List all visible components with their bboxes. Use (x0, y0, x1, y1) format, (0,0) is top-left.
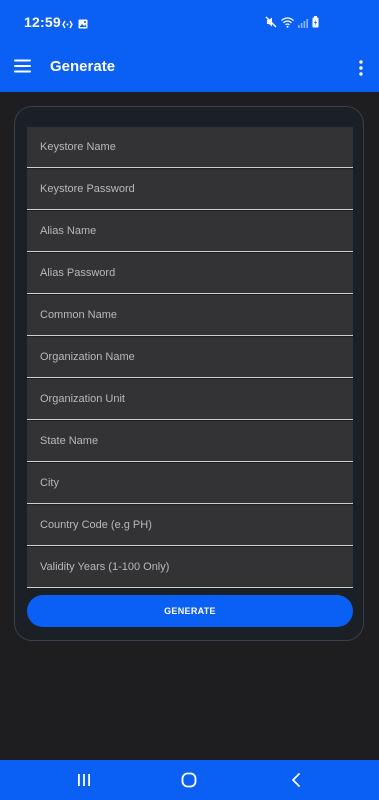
field-alias-name (27, 211, 353, 252)
field-keystore-name (27, 127, 353, 168)
alias-name-input[interactable] (27, 211, 353, 251)
state-name-input[interactable] (27, 421, 353, 461)
country-code-input[interactable] (27, 505, 353, 545)
mute-icon (265, 15, 277, 33)
image-icon (78, 16, 88, 34)
link-icon (62, 16, 73, 34)
status-bar: 12:59 (0, 0, 379, 44)
recents-icon[interactable] (77, 773, 91, 787)
status-right-icons (265, 15, 319, 33)
app-bar: Generate (0, 44, 379, 92)
battery-icon (312, 15, 319, 33)
more-vertical-icon[interactable] (355, 57, 367, 79)
organization-name-input[interactable] (27, 337, 353, 377)
status-left-icons (62, 16, 88, 34)
organization-unit-input[interactable] (27, 379, 353, 419)
field-keystore-password (27, 169, 353, 210)
alias-password-input[interactable] (27, 253, 353, 293)
field-validity-years (27, 547, 353, 588)
status-time: 12:59 (24, 14, 61, 30)
field-state-name (27, 421, 353, 462)
wifi-icon (281, 15, 294, 33)
keystore-password-input[interactable] (27, 169, 353, 209)
field-city (27, 463, 353, 504)
field-common-name (27, 295, 353, 336)
validity-years-input[interactable] (27, 547, 353, 587)
home-icon[interactable] (181, 772, 197, 788)
back-icon[interactable] (290, 773, 302, 787)
hamburger-menu-icon[interactable] (14, 58, 32, 74)
field-country-code (27, 505, 353, 546)
signal-icon (298, 15, 308, 33)
field-organization-unit (27, 379, 353, 420)
navigation-bar (0, 760, 379, 800)
page-title: Generate (50, 58, 116, 75)
field-organization-name (27, 337, 353, 378)
common-name-input[interactable] (27, 295, 353, 335)
field-alias-password (27, 253, 353, 294)
generate-button[interactable]: GENERATE (27, 595, 353, 627)
keystore-name-input[interactable] (27, 127, 353, 167)
form-card: GENERATE (14, 106, 364, 641)
form-fields (27, 127, 353, 589)
city-input[interactable] (27, 463, 353, 503)
